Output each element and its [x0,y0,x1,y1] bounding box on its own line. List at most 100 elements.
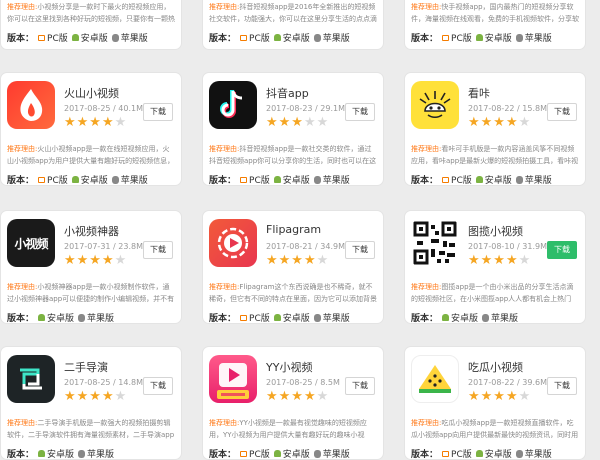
android-icon [38,314,46,321]
apple-icon [515,449,523,458]
apple-icon [78,313,86,322]
app-description: 推荐理由:火山小视频app是一款在线短视频应用，火山小视频app为用户提供大量有… [7,145,175,165]
pc-icon [240,176,248,183]
apple-version-link[interactable]: 苹果版 [482,311,518,324]
android-version-link[interactable]: 安卓版 [475,447,512,460]
pc-version-link[interactable]: PC版 [38,31,68,44]
android-icon [475,176,483,183]
app-meta: 2017-08-21 / 34.9M [266,242,345,251]
download-button[interactable]: 下载 [143,377,173,395]
android-version-link[interactable]: 安卓版 [71,31,108,44]
download-button[interactable]: 下载 [547,103,577,121]
app-meta: 2017-08-25 / 14.8M [64,378,143,387]
chigua-icon[interactable] [411,355,459,403]
tulan-icon[interactable] [411,219,459,267]
app-card: 图揽小视频 2017-08-10 / 31.9M ★★★★★ 下载 推荐理由:图… [404,210,586,324]
android-version-link[interactable]: 安卓版 [442,311,478,324]
download-button[interactable]: 下载 [547,377,577,395]
android-icon [273,176,281,183]
download-button[interactable]: 下载 [547,241,577,259]
app-name[interactable]: 小视频神器 [64,223,119,239]
pc-icon [442,34,450,41]
apple-icon [515,175,523,184]
pc-icon [240,34,248,41]
flipagram-icon[interactable] [209,219,257,267]
download-button[interactable]: 下载 [143,241,173,259]
yy-icon[interactable] [209,355,257,403]
app-name[interactable]: Flipagram [266,223,321,236]
apple-version-link[interactable]: 苹果版 [313,447,350,460]
douyin-icon[interactable] [209,81,257,129]
apple-version-link[interactable]: 苹果版 [515,173,552,186]
android-version-link[interactable]: 安卓版 [38,447,74,460]
app-name[interactable]: 抖音app [266,85,309,101]
download-button[interactable]: 下载 [345,241,375,259]
rating-stars: ★★★★★ [468,115,532,130]
app-description: 推荐理由:YY小视频是一款最有视觉趣味的短视频应用，YY小视频为用户提供大量有趣… [209,419,367,439]
pc-version-link[interactable]: PC版 [442,31,472,44]
pc-version-link[interactable]: PC版 [442,173,472,186]
pc-version-link[interactable]: PC版 [240,31,270,44]
app-name[interactable]: 火山小视频 [64,85,119,101]
android-icon [475,450,483,457]
pc-version-link[interactable]: PC版 [38,173,68,186]
version-row: 版本： PC版 安卓版 苹果版 [209,173,350,186]
android-version-link[interactable]: 安卓版 [38,311,74,324]
app-description: 推荐理由:小视频神器app是一款小视频制作软件，通过小视频神器app可以便捷的制… [7,283,175,303]
apple-version-link[interactable]: 苹果版 [313,311,350,324]
app-name[interactable]: 图揽小视频 [468,223,523,239]
rating-stars: ★★★★★ [64,389,128,404]
android-version-link[interactable]: 安卓版 [475,173,512,186]
app-card: 二手导演 2017-08-25 / 14.8M ★★★★★ 下载 推荐理由:二手… [0,346,182,460]
apple-version-link[interactable]: 苹果版 [515,31,552,44]
android-icon [273,314,281,321]
apple-version-link[interactable]: 苹果版 [515,447,552,460]
app-meta: 2017-08-22 / 39.6M [468,378,547,387]
app-name[interactable]: YY小视频 [266,359,312,375]
apple-version-link[interactable]: 苹果版 [313,173,350,186]
android-version-link[interactable]: 安卓版 [273,311,310,324]
app-meta: 2017-08-25 / 40.1M [64,104,143,113]
version-row: 版本： PC版 安卓版 苹果版 [7,173,148,186]
app-meta: 2017-08-10 / 31.9M [468,242,547,251]
kanka-icon[interactable] [411,81,459,129]
version-row: 版本： PC版 安卓版 苹果版 [209,31,350,44]
app-name[interactable]: 看咔 [468,85,490,101]
android-version-link[interactable]: 安卓版 [273,447,310,460]
app-meta: 2017-08-23 / 29.1M [266,104,345,113]
android-version-link[interactable]: 安卓版 [273,31,310,44]
app-card: 吃瓜小视频 2017-08-22 / 39.6M ★★★★★ 下载 推荐理由:吃… [404,346,586,460]
download-button[interactable]: 下载 [143,103,173,121]
huoshan-icon[interactable] [7,81,55,129]
app-name[interactable]: 二手导演 [64,359,108,375]
android-version-link[interactable]: 安卓版 [475,31,512,44]
xiaoshipin-icon[interactable]: 小视频 [7,219,55,267]
apple-icon [111,175,119,184]
download-button[interactable]: 下载 [345,103,375,121]
app-meta: 2017-08-22 / 15.8M [468,104,547,113]
apple-version-link[interactable]: 苹果版 [78,447,114,460]
pc-version-link[interactable]: PC版 [240,311,270,324]
pc-version-link[interactable]: PC版 [240,447,270,460]
app-card: 推荐理由:快手视频app，国内最热门的短视频分享软件，海量视频在线观看，免费的手… [404,0,586,50]
pc-icon [442,176,450,183]
rating-stars: ★★★★★ [64,253,128,268]
download-button[interactable]: 下载 [345,377,375,395]
android-version-link[interactable]: 安卓版 [273,173,310,186]
apple-version-link[interactable]: 苹果版 [313,31,350,44]
android-version-link[interactable]: 安卓版 [71,173,108,186]
apple-version-link[interactable]: 苹果版 [111,31,148,44]
pc-version-link[interactable]: PC版 [442,447,472,460]
apple-icon [515,33,523,42]
rating-stars: ★★★★★ [266,115,330,130]
version-row: 版本： 安卓版 苹果版 [411,311,518,324]
version-row: 版本： PC版 安卓版 苹果版 [411,31,552,44]
pc-version-link[interactable]: PC版 [240,173,270,186]
android-icon [273,34,281,41]
app-name[interactable]: 吃瓜小视频 [468,359,523,375]
ershou-icon[interactable] [7,355,55,403]
apple-version-link[interactable]: 苹果版 [111,173,148,186]
android-icon [273,450,281,457]
apple-version-link[interactable]: 苹果版 [78,311,114,324]
app-card: Flipagram 2017-08-21 / 34.9M ★★★★★ 下载 推荐… [202,210,384,324]
